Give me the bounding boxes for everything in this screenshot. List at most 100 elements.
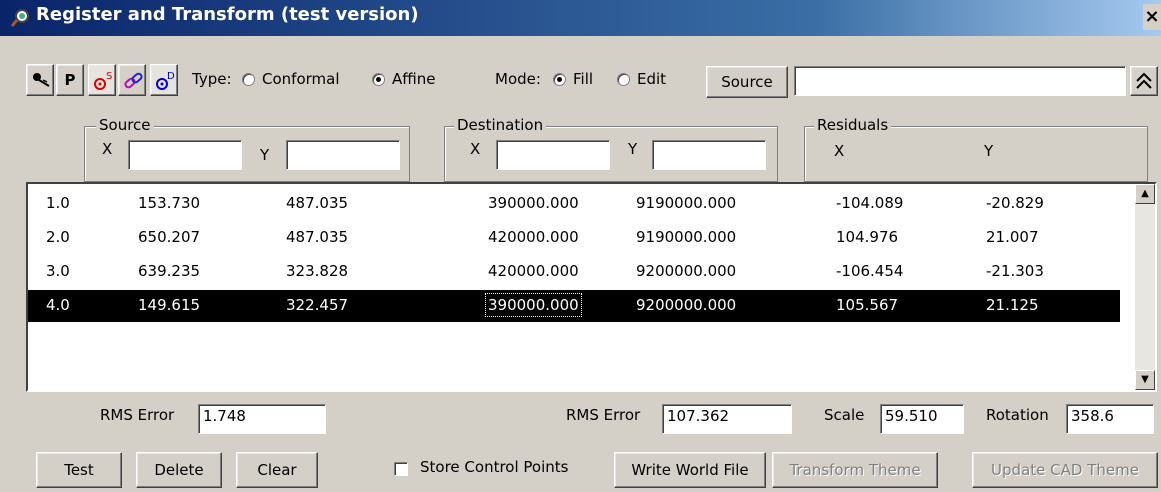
scale-field[interactable]: 59.510	[880, 404, 964, 434]
store-control-points-label[interactable]: Store Control Points	[420, 458, 568, 476]
source-link-icon: S	[94, 71, 112, 90]
control-points-list[interactable]: 1.0 153.730 487.035 390000.000 9190000.000 -1…	[26, 182, 1157, 392]
rotation-field[interactable]: 358.6	[1066, 404, 1154, 434]
row-cell-dst-y: 9200000.000	[636, 262, 737, 280]
table-row[interactable]: 3.0 639.235 323.828 420000.000 9200000.000 -1…	[28, 256, 1120, 288]
row-cell-src-y: 487.035	[286, 194, 349, 212]
table-row[interactable]: 1.0 153.730 487.035 390000.000 9190000.000 -1…	[28, 188, 1120, 220]
scroll-up-button[interactable]: ▲	[1135, 184, 1155, 204]
row-cell-res-y: -20.829	[986, 194, 1044, 212]
destination-group-title: Destination	[454, 116, 547, 134]
residuals-group	[804, 126, 1148, 182]
pin-icon	[33, 73, 50, 87]
residuals-x-label: X	[834, 142, 845, 160]
type-affine-radio[interactable]	[372, 73, 385, 86]
type-label: Type:	[192, 70, 232, 88]
row-cell-dst-x: 390000.000	[488, 194, 579, 212]
table-row[interactable]: 2.0 650.207 487.035 420000.000 9190000.000 10…	[28, 222, 1120, 254]
link-tool-button[interactable]	[118, 64, 146, 96]
test-button[interactable]: Test	[36, 452, 122, 488]
destination-y-input[interactable]	[652, 140, 766, 170]
row-cell-dst-y: 9200000.000	[636, 296, 737, 314]
type-conformal-radio[interactable]	[242, 73, 255, 86]
scroll-down-button[interactable]: ▼	[1135, 370, 1155, 390]
rms-error-label-source: RMS Error	[100, 406, 175, 424]
delete-button-label: Delete	[154, 461, 204, 479]
type-conformal-label[interactable]: Conformal	[262, 70, 340, 88]
source-name-field[interactable]	[794, 66, 1126, 96]
store-control-points-checkbox[interactable]	[394, 462, 408, 476]
update-cad-theme-button[interactable]: Update CAD Theme	[972, 452, 1158, 488]
p-tool-label: P	[64, 71, 76, 89]
close-button[interactable]: ×	[1143, 4, 1161, 30]
pin-tool-button[interactable]	[26, 64, 54, 96]
destination-y-label: Y	[628, 140, 638, 158]
source-button[interactable]: Source	[706, 66, 788, 98]
destination-x-label: X	[470, 140, 481, 158]
chain-link-icon	[124, 72, 143, 89]
row-cell-dst-x: 390000.000	[485, 293, 582, 317]
write-world-file-button[interactable]: Write World File	[614, 452, 766, 488]
rms-error-field-source[interactable]: 1.748	[198, 404, 326, 434]
source-x-input[interactable]	[128, 140, 242, 170]
source-y-label: Y	[260, 146, 270, 164]
delete-button[interactable]: Delete	[136, 452, 222, 488]
source-button-label: Source	[721, 73, 773, 91]
row-cell-src-x: 639.235	[138, 262, 201, 280]
p-tool-button[interactable]: P	[56, 64, 84, 96]
row-cell-id: 1.0	[46, 194, 70, 212]
row-cell-src-x: 153.730	[138, 194, 201, 212]
update-cad-theme-label: Update CAD Theme	[991, 461, 1139, 479]
transform-theme-button[interactable]: Transform Theme	[772, 452, 938, 488]
double-chevron-up-icon	[1136, 72, 1152, 89]
write-world-file-label: Write World File	[631, 461, 749, 479]
row-cell-res-y: 21.007	[986, 228, 1039, 246]
row-cell-src-y: 487.035	[286, 228, 349, 246]
destination-link-letter: D	[167, 71, 175, 82]
row-cell-res-x: 105.567	[836, 296, 899, 314]
magnifier-icon	[10, 9, 29, 27]
rms-error-label-destination: RMS Error	[566, 406, 641, 424]
row-cell-res-x: -106.454	[836, 262, 904, 280]
list-scrollbar[interactable]: ▲ ▼	[1135, 184, 1155, 390]
row-cell-src-y: 323.828	[286, 262, 349, 280]
triangle-down-icon: ▼	[1141, 374, 1149, 385]
test-button-label: Test	[64, 461, 94, 479]
destination-x-input[interactable]	[496, 140, 610, 170]
source-group-title: Source	[96, 116, 154, 134]
source-link-tool-button[interactable]: S	[88, 64, 116, 96]
row-cell-dst-x: 420000.000	[488, 228, 579, 246]
row-cell-src-y: 322.457	[286, 296, 349, 314]
residuals-group-title: Residuals	[814, 116, 892, 134]
row-cell-res-y: 21.125	[986, 296, 1039, 314]
table-row[interactable]: 4.0 149.615 322.457 390000.000 9200000.000 10…	[28, 290, 1120, 322]
row-cell-id: 2.0	[46, 228, 70, 246]
row-cell-res-y: -21.303	[986, 262, 1044, 280]
source-link-letter: S	[106, 71, 112, 82]
mode-fill-label[interactable]: Fill	[573, 70, 593, 88]
type-affine-label[interactable]: Affine	[392, 70, 436, 88]
close-icon: ×	[1144, 6, 1160, 27]
residuals-y-label: Y	[984, 142, 994, 160]
row-cell-res-x: 104.976	[836, 228, 899, 246]
transform-theme-label: Transform Theme	[789, 461, 921, 479]
rotation-label: Rotation	[986, 406, 1049, 424]
row-cell-dst-y: 9190000.000	[636, 194, 737, 212]
rms-error-field-destination[interactable]: 107.362	[662, 404, 792, 434]
row-cell-res-x: -104.089	[836, 194, 904, 212]
title-bar: Register and Transform (test version) ×	[0, 0, 1161, 36]
source-y-input[interactable]	[286, 140, 400, 170]
mode-edit-radio[interactable]	[617, 73, 630, 86]
row-cell-id: 3.0	[46, 262, 70, 280]
source-x-label: X	[102, 140, 113, 158]
scale-label: Scale	[824, 406, 865, 424]
mode-edit-label[interactable]: Edit	[637, 70, 666, 88]
clear-button-label: Clear	[257, 461, 297, 479]
destination-link-tool-button[interactable]: D	[150, 64, 178, 96]
row-cell-src-x: 149.615	[138, 296, 201, 314]
row-cell-dst-x: 420000.000	[488, 262, 579, 280]
collapse-button[interactable]	[1130, 66, 1158, 96]
mode-fill-radio[interactable]	[553, 73, 566, 86]
row-cell-src-x: 650.207	[138, 228, 201, 246]
clear-button[interactable]: Clear	[236, 452, 318, 488]
